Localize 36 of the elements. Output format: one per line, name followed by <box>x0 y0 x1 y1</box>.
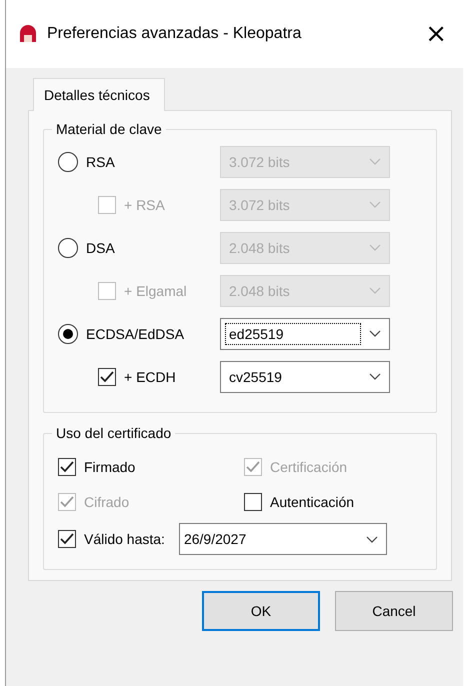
option-label: Autenticación <box>270 494 354 510</box>
app-logo-icon <box>18 24 38 44</box>
radio-button[interactable] <box>58 152 78 172</box>
option-label: Firmado <box>84 459 136 475</box>
checkbox[interactable] <box>244 493 262 511</box>
window-title: Preferencias avanzadas - Kleopatra <box>47 25 302 43</box>
checkbox[interactable] <box>58 458 76 476</box>
chevron-icon <box>369 330 381 337</box>
option-label: + RSA <box>124 196 165 212</box>
option-label: + ECDH <box>124 368 176 384</box>
dropdown[interactable]: ed25519 <box>220 318 390 350</box>
chevron-icon <box>369 201 381 208</box>
tab[interactable]: Detalles técnicos <box>33 78 165 111</box>
option-label: RSA <box>86 154 115 170</box>
group-title: Uso del certificado <box>52 425 176 441</box>
option-label: + Elgamal <box>124 282 187 298</box>
radio-button[interactable] <box>58 324 78 344</box>
radio-button[interactable] <box>58 238 78 258</box>
dialog-button[interactable]: Cancel <box>335 591 453 631</box>
group-title: Material de clave <box>52 121 166 137</box>
option-label: Certificación <box>270 459 348 475</box>
chevron-icon <box>369 158 381 165</box>
chevron-icon <box>369 373 381 380</box>
chevron-icon <box>369 244 381 251</box>
dropdown[interactable]: cv25519 <box>220 360 390 392</box>
checkbox[interactable] <box>58 530 76 548</box>
checkbox[interactable] <box>98 368 116 386</box>
date-field[interactable]: 26/9/2027 <box>178 523 387 555</box>
close-button[interactable]: × <box>419 19 453 49</box>
chevron-icon <box>366 536 378 542</box>
option-label: Válido hasta: <box>84 531 165 547</box>
dialog-button[interactable]: OK <box>202 591 320 631</box>
option-label: Cifrado <box>84 494 130 510</box>
option-label: ECDSA/EdDSA <box>86 326 184 342</box>
option-label: DSA <box>86 240 115 256</box>
chevron-icon <box>369 287 381 294</box>
